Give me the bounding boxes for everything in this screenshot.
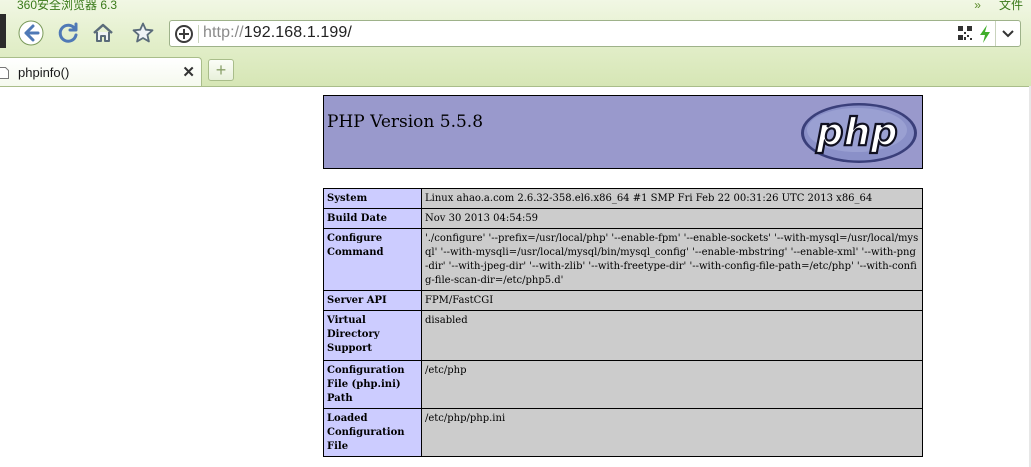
table-row: System Linux ahao.a.com 2.6.32-358.el6.x8… bbox=[323, 188, 923, 209]
back-icon bbox=[18, 20, 44, 46]
refresh-icon bbox=[55, 20, 81, 46]
tab-phpinfo[interactable]: phpinfo() ✕ bbox=[0, 57, 202, 86]
row-value: /etc/php/php.ini bbox=[421, 408, 923, 457]
menu-file[interactable]: » 文件 bbox=[974, 0, 1023, 13]
window-edge bbox=[0, 14, 6, 48]
home-icon bbox=[91, 21, 115, 45]
menu-file-label: 文件 bbox=[998, 0, 1023, 12]
row-label: Build Date bbox=[323, 208, 422, 229]
favorite-star-icon bbox=[131, 21, 155, 45]
row-label: System bbox=[323, 188, 422, 209]
url-host: 192.168.1.199/ bbox=[243, 24, 352, 41]
address-separator bbox=[198, 25, 199, 43]
row-label: Server API bbox=[323, 290, 422, 311]
new-tab-icon: + bbox=[215, 60, 227, 80]
row-value: Linux ahao.a.com 2.6.32-358.el6.x86_64 #… bbox=[421, 188, 923, 209]
row-value: './configure' '--prefix=/usr/local/php' … bbox=[421, 228, 923, 291]
close-icon[interactable]: ✕ bbox=[182, 63, 195, 81]
row-label: Configuration File (php.ini) Path bbox=[323, 360, 422, 409]
info-table: System Linux ahao.a.com 2.6.32-358.el6.x8… bbox=[323, 188, 923, 457]
refresh-button[interactable] bbox=[53, 18, 83, 48]
url-protocol: http:// bbox=[203, 24, 244, 41]
address-dropdown-button[interactable] bbox=[995, 21, 1020, 46]
favorite-button[interactable] bbox=[128, 18, 158, 48]
back-button[interactable] bbox=[16, 18, 46, 48]
security-shield-icon[interactable] bbox=[174, 24, 194, 44]
page-title: PHP Version 5.5.8 bbox=[327, 112, 484, 132]
browser-chrome: 360安全浏览器 6.3 » 文件 http://192.168.1.199/ bbox=[0, 0, 1031, 87]
table-row: Loaded Configuration File/etc/php/php.in… bbox=[323, 408, 923, 457]
row-label: Configure Command bbox=[323, 228, 422, 291]
table-row: Virtual Directory Support disabled bbox=[323, 310, 923, 361]
row-value: Nov 30 2013 04:54:59 bbox=[421, 208, 923, 229]
php-logo-text: php bbox=[815, 110, 897, 154]
bolt-icon[interactable] bbox=[978, 24, 992, 44]
browser-title: 360安全浏览器 6.3 bbox=[17, 0, 118, 12]
row-label: Loaded Configuration File bbox=[323, 408, 422, 457]
qr-code-icon[interactable] bbox=[958, 26, 972, 40]
table-row: Build Date Nov 30 2013 04:54:59 bbox=[323, 208, 923, 229]
dropdown-icon bbox=[1002, 25, 1014, 43]
row-label: Virtual Directory Support bbox=[323, 310, 422, 361]
php-logo: php bbox=[799, 101, 919, 170]
new-tab-button[interactable]: + bbox=[208, 59, 234, 81]
tab-bar: phpinfo() ✕ + bbox=[0, 57, 1031, 86]
menu-expand-icon[interactable]: » bbox=[974, 0, 981, 12]
table-row: Configuration File (php.ini) Path/etc/ph… bbox=[323, 360, 923, 409]
address-bar[interactable]: http://192.168.1.199/ bbox=[169, 20, 1021, 47]
row-value: FPM/FastCGI bbox=[421, 290, 923, 311]
row-value: disabled bbox=[421, 310, 923, 361]
row-value: /etc/php bbox=[421, 360, 923, 409]
php-version-header: PHP Version 5.5.8 php bbox=[323, 95, 923, 169]
home-button[interactable] bbox=[88, 18, 118, 48]
tab-label: phpinfo() bbox=[18, 65, 70, 80]
table-row: Configure Command './configure' '--prefix… bbox=[323, 228, 923, 291]
url-text[interactable]: http://192.168.1.199/ bbox=[203, 24, 352, 42]
table-row: Server API FPM/FastCGI bbox=[323, 290, 923, 311]
page-icon bbox=[0, 66, 9, 79]
